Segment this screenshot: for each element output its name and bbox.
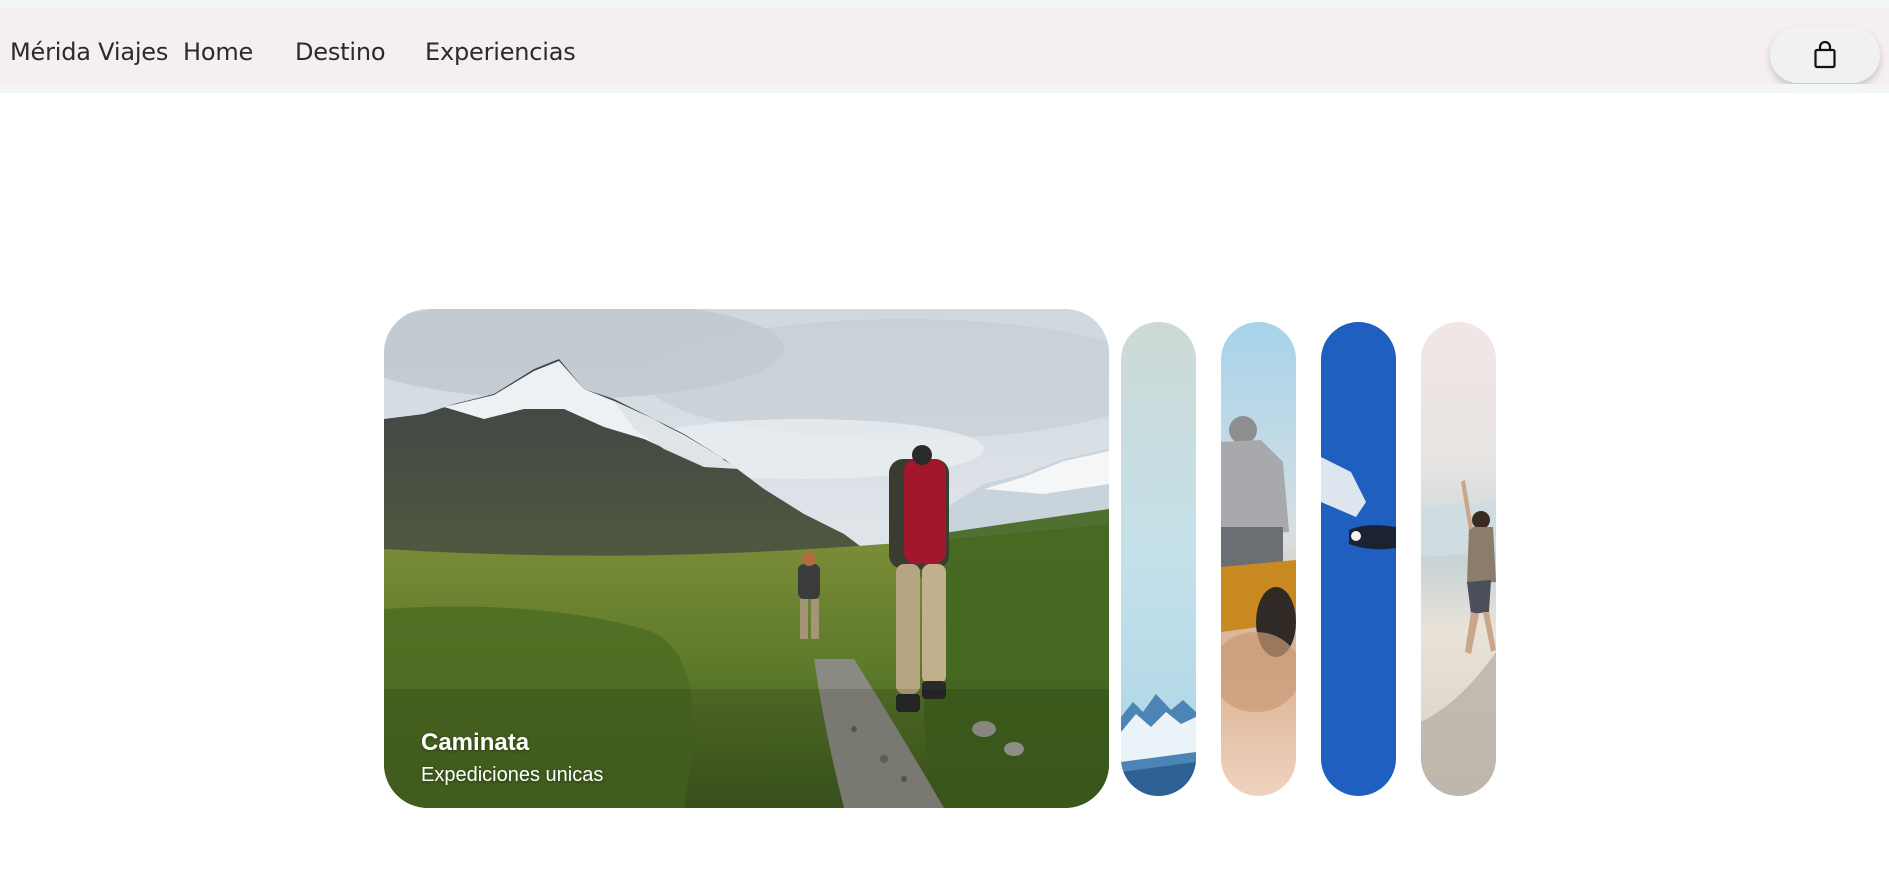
gallery-panel-hiking[interactable]: Caminata Expediciones unicas <box>384 309 1109 808</box>
navbar: Mérida Viajes Home Destino Experiencias <box>0 9 1889 84</box>
gallery-panel-skydive[interactable] <box>1321 322 1396 796</box>
nav-item-home[interactable]: Home <box>183 38 253 66</box>
nav-item-experiencias[interactable]: Experiencias <box>425 38 576 66</box>
brand-logo-text[interactable]: Mérida Viajes <box>10 38 168 66</box>
panel-title: Caminata <box>421 729 530 756</box>
navbar-bottom-strip <box>0 84 1889 93</box>
shopping-bag-icon <box>1814 41 1836 69</box>
beach-people-photo <box>1421 322 1496 796</box>
quad-bike-rider-photo <box>1221 322 1296 796</box>
gallery-panel-beach[interactable] <box>1421 322 1496 796</box>
cart-button[interactable] <box>1770 27 1880 83</box>
snowy-mountain-photo <box>1121 322 1196 796</box>
nav-item-destino[interactable]: Destino <box>295 38 386 66</box>
panel-subtitle: Expediciones unicas <box>421 764 604 786</box>
top-strip <box>0 0 1889 9</box>
gallery-panel-mountain[interactable] <box>1121 322 1196 796</box>
gallery-panel-quad[interactable] <box>1221 322 1296 796</box>
skydiver-photo <box>1321 322 1396 796</box>
